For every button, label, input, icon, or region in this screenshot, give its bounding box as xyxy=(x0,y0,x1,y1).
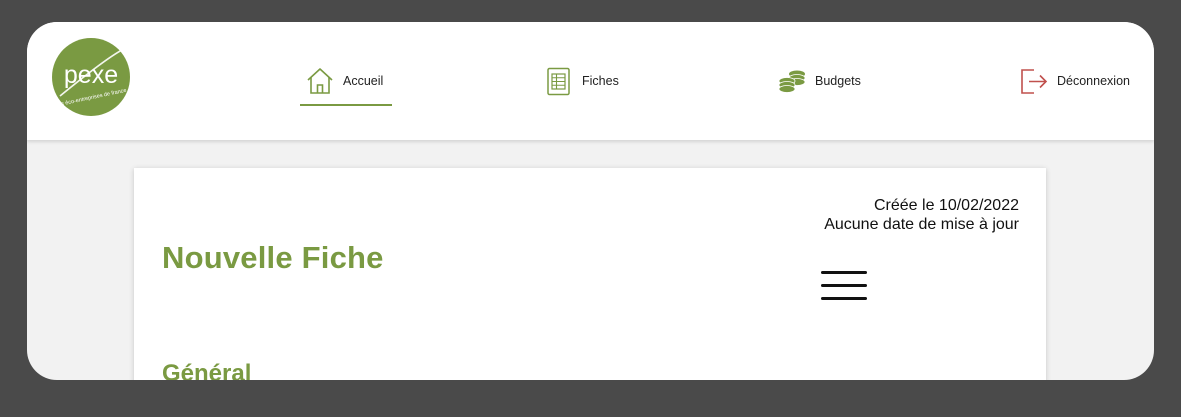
nav-item-accueil[interactable]: Accueil xyxy=(299,64,393,106)
svg-text:pexe: pexe xyxy=(64,61,118,89)
updated-date: Aucune date de mise à jour xyxy=(824,216,1019,233)
nav-label-budgets: Budgets xyxy=(815,74,861,88)
menu-bar-middle xyxy=(821,284,867,287)
created-date: Créée le 10/02/2022 xyxy=(874,197,1019,214)
menu-bar-top xyxy=(821,271,867,274)
logout-icon xyxy=(1021,69,1048,94)
home-icon xyxy=(307,68,333,94)
nav-label-fiches: Fiches xyxy=(582,74,619,88)
page-title: Nouvelle Fiche xyxy=(162,240,384,275)
spreadsheet-icon xyxy=(547,67,570,96)
top-navbar: pexe les éco-entreprises de france Accue… xyxy=(27,22,1154,140)
hamburger-menu-icon[interactable] xyxy=(819,268,869,304)
nav-item-deconnexion[interactable]: Déconnexion xyxy=(1019,64,1130,98)
fiche-meta: Créée le 10/02/2022 Aucune date de mise … xyxy=(824,196,1019,234)
nav-label-accueil: Accueil xyxy=(343,74,384,88)
nav-item-budgets[interactable]: Budgets xyxy=(777,64,861,98)
menu-bar-bottom xyxy=(821,297,867,300)
pexe-logo[interactable]: pexe les éco-entreprises de france xyxy=(52,38,130,116)
nav-item-fiches[interactable]: Fiches xyxy=(544,64,619,98)
fiche-card: Créée le 10/02/2022 Aucune date de mise … xyxy=(134,168,1046,380)
coins-icon xyxy=(778,70,806,93)
app-window: pexe les éco-entreprises de france Accue… xyxy=(27,22,1154,380)
section-title-general: Général xyxy=(162,360,252,380)
nav-label-deconnexion: Déconnexion xyxy=(1057,74,1130,88)
